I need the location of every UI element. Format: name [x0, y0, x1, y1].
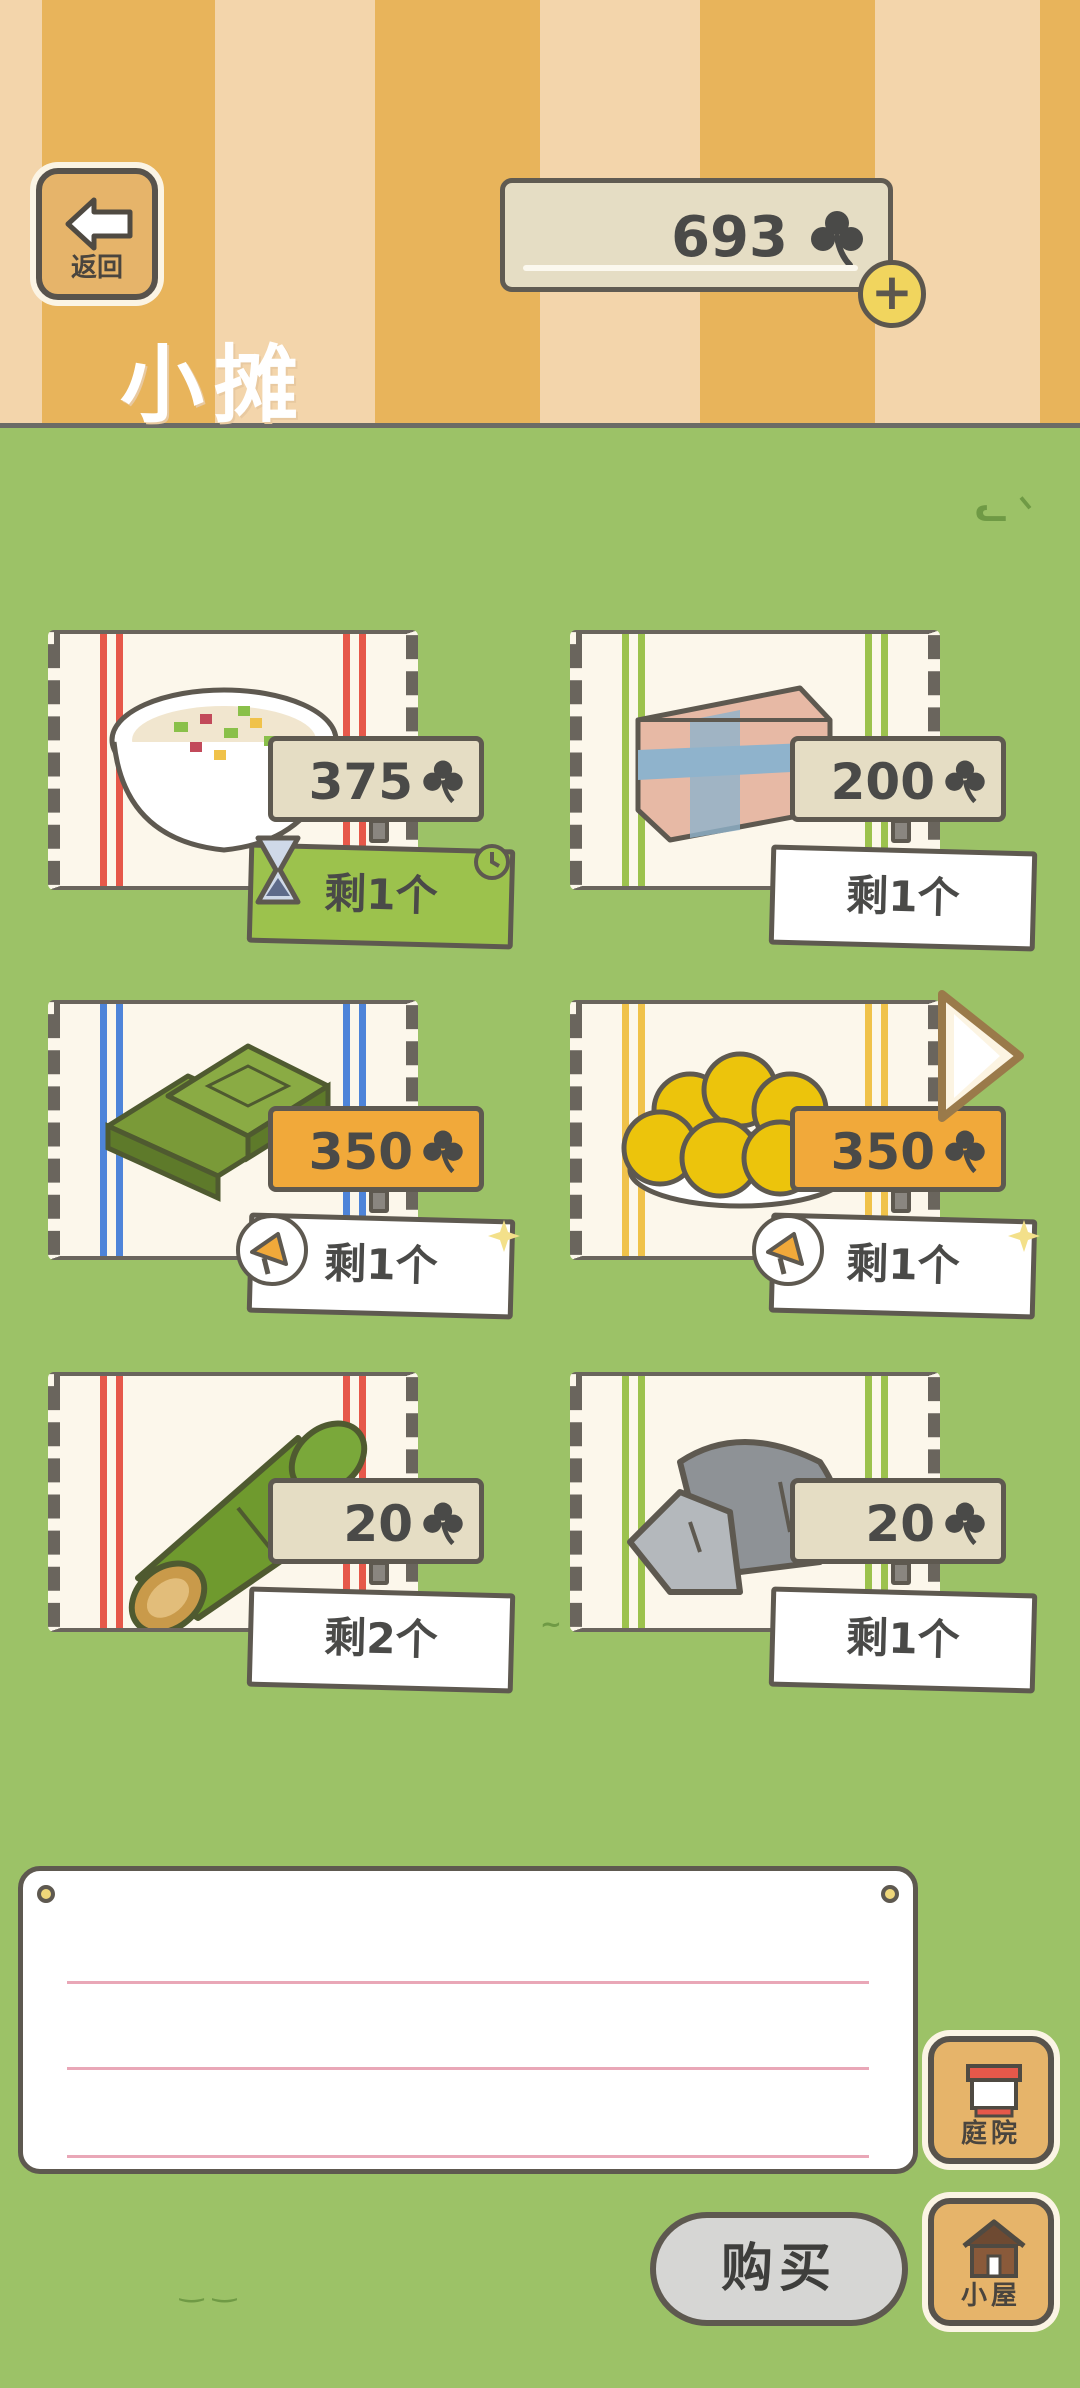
back-button[interactable]: 返回	[36, 168, 158, 300]
price-value: 200	[830, 753, 935, 811]
clover-icon	[945, 760, 985, 804]
shop-item-rice-bowl[interactable]: 375 剩1个	[48, 630, 518, 960]
stock-tag: 剩2个	[246, 1586, 516, 1694]
ruled-line	[67, 2067, 869, 2070]
house-icon	[962, 2219, 1026, 2278]
hourglass-icon	[255, 835, 301, 905]
courtyard-button[interactable]: 庭院	[928, 2036, 1054, 2164]
clock-icon	[474, 844, 510, 880]
tag-peg	[891, 819, 911, 843]
sparkle-icon	[488, 1220, 520, 1252]
price-value: 350	[830, 1123, 935, 1181]
price-value: 375	[308, 753, 413, 811]
tag-peg	[369, 819, 389, 843]
megaphone-icon	[752, 1214, 824, 1286]
stock-tag: 剩1个	[768, 844, 1038, 952]
price-value: 20	[343, 1495, 413, 1553]
price-value: 20	[865, 1495, 935, 1553]
shop-item-matcha-bar[interactable]: 350 剩1个	[48, 1000, 520, 1330]
plus-icon: +	[871, 263, 913, 321]
price-value: 350	[308, 1123, 413, 1181]
next-arrow-icon[interactable]	[934, 986, 1030, 1126]
price-tag: 200	[790, 736, 1006, 843]
currency-underline	[523, 265, 858, 271]
pin-icon	[37, 1885, 55, 1903]
header: 返回 小摊 693 +	[0, 0, 1080, 434]
tag-peg	[369, 1189, 389, 1213]
back-label: 返回	[70, 253, 123, 283]
back-arrow-icon	[65, 197, 133, 251]
price-tag: 20	[790, 1478, 1006, 1585]
ruled-line	[67, 1981, 869, 1984]
currency-value: 693	[671, 205, 788, 270]
stock-tag: 剩1个	[768, 1586, 1038, 1694]
shop-item-bamboo[interactable]: 20 剩2个	[48, 1372, 518, 1702]
clover-icon	[423, 1130, 463, 1174]
price-tag: 350	[268, 1106, 484, 1213]
tag-peg	[369, 1561, 389, 1585]
grass-tuft: ‿ ‿	[180, 2270, 237, 2303]
courtyard-label: 庭院	[960, 2119, 1021, 2149]
message-box	[18, 1866, 918, 2174]
house-button[interactable]: 小屋	[928, 2198, 1054, 2326]
price-tag: 375	[268, 736, 484, 843]
buy-button[interactable]: 购买	[650, 2212, 908, 2326]
megaphone-icon	[236, 1214, 308, 1286]
clover-icon	[945, 1130, 985, 1174]
price-tag: 20	[268, 1478, 484, 1585]
grass-tuft: ᓚ ᐠ	[975, 490, 1033, 530]
clover-icon	[423, 760, 463, 804]
clover-icon	[811, 211, 863, 268]
add-currency-button[interactable]: +	[858, 260, 926, 328]
ruled-line	[67, 2155, 869, 2158]
shop-item-sandwich-cake[interactable]: 200 剩1个	[570, 630, 1040, 960]
grass-tuft: ~	[540, 1610, 562, 1640]
tag-peg	[891, 1561, 911, 1585]
shop-item-rock[interactable]: 20 剩1个	[570, 1372, 1040, 1702]
tag-peg	[891, 1189, 911, 1213]
pin-icon	[881, 1885, 899, 1903]
page-title: 小摊	[120, 336, 309, 434]
clover-icon	[423, 1502, 463, 1546]
currency-display: 693	[500, 178, 893, 292]
sparkle-icon	[1008, 1220, 1040, 1252]
house-label: 小屋	[960, 2281, 1021, 2311]
clover-icon	[945, 1502, 985, 1546]
courtyard-icon	[966, 2064, 1022, 2118]
